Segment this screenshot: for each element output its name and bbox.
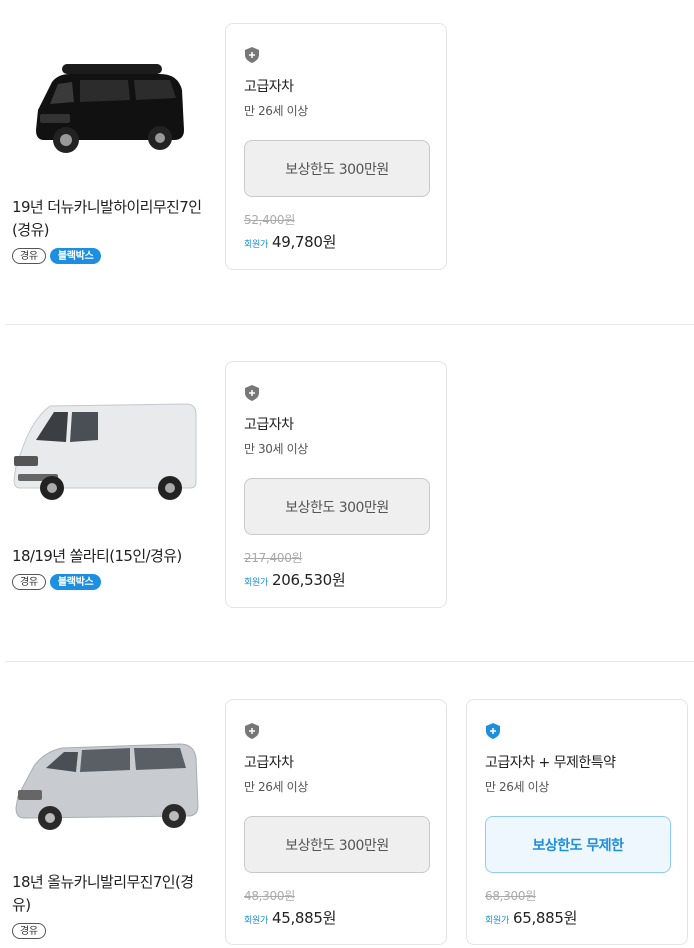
member-price: 206,530원 (271, 571, 346, 589)
plan-age-requirement: 만 26세 이상 (244, 104, 308, 118)
plan-name: 고급자차 (244, 755, 294, 771)
fuel-tag: 경유 (12, 923, 46, 939)
shield-icon (245, 385, 259, 401)
original-price: 48,300원 (244, 889, 295, 903)
member-price-label: 회원가 (485, 916, 509, 926)
coverage-limit-button[interactable]: 보상한도 무제한 (485, 816, 671, 873)
member-price: 65,885원 (512, 909, 578, 927)
member-price: 49,780원 (271, 233, 337, 251)
original-price: 68,300원 (485, 889, 536, 903)
coverage-limit-button[interactable]: 보상한도 300만원 (244, 478, 430, 535)
member-price: 45,885원 (271, 909, 337, 927)
coverage-limit-button[interactable]: 보상한도 300만원 (244, 816, 430, 873)
plan-name: 고급자차 (244, 417, 294, 433)
member-price-row: 회원가 206,530원 (244, 569, 346, 590)
tag-list: 경유 블랙박스 (12, 574, 102, 590)
member-price-row: 회원가 65,885원 (485, 907, 577, 928)
plan-name: 고급자차 + 무제한특약 (485, 755, 616, 771)
car-title[interactable]: 18년 올뉴카니발리무진7인(경유) (12, 871, 208, 917)
tag-list: 경유 블랙박스 (12, 248, 102, 264)
car-title[interactable]: 18/19년 쏠라티(15인/경유) (12, 545, 208, 568)
plan-age-requirement: 만 26세 이상 (485, 780, 549, 794)
shield-icon (245, 723, 259, 739)
car-image[interactable] (10, 50, 200, 160)
blackbox-tag: 블랙박스 (49, 574, 102, 590)
car-title[interactable]: 19년 더뉴카니발하이리무진7인(경유) (12, 196, 208, 242)
shield-plus-icon (486, 723, 500, 739)
tag-list: 경유 (12, 923, 46, 939)
original-price: 217,400원 (244, 551, 303, 565)
car-image[interactable] (10, 728, 200, 838)
insurance-plan-card-unlimited[interactable]: 고급자차 + 무제한특약 만 26세 이상 보상한도 무제한 68,300원 회… (466, 699, 688, 945)
fuel-tag: 경유 (12, 574, 46, 590)
car-image[interactable] (10, 396, 200, 506)
member-price-row: 회원가 45,885원 (244, 907, 336, 928)
plan-name: 고급자차 (244, 79, 294, 95)
member-price-label: 회원가 (244, 578, 268, 588)
member-price-label: 회원가 (244, 916, 268, 926)
row-divider (5, 324, 694, 325)
plan-age-requirement: 만 30세 이상 (244, 442, 308, 456)
original-price: 52,400원 (244, 213, 295, 227)
row-divider (5, 661, 694, 662)
insurance-plan-card[interactable]: 고급자차 만 30세 이상 보상한도 300만원 217,400원 회원가 20… (225, 361, 447, 608)
member-price-label: 회원가 (244, 240, 268, 250)
fuel-tag: 경유 (12, 248, 46, 264)
insurance-plan-card[interactable]: 고급자차 만 26세 이상 보상한도 300만원 52,400원 회원가 49,… (225, 23, 447, 270)
coverage-limit-button[interactable]: 보상한도 300만원 (244, 140, 430, 197)
shield-icon (245, 47, 259, 63)
insurance-plan-card[interactable]: 고급자차 만 26세 이상 보상한도 300만원 48,300원 회원가 45,… (225, 699, 447, 945)
plan-age-requirement: 만 26세 이상 (244, 780, 308, 794)
blackbox-tag: 블랙박스 (49, 248, 102, 264)
member-price-row: 회원가 49,780원 (244, 231, 336, 252)
